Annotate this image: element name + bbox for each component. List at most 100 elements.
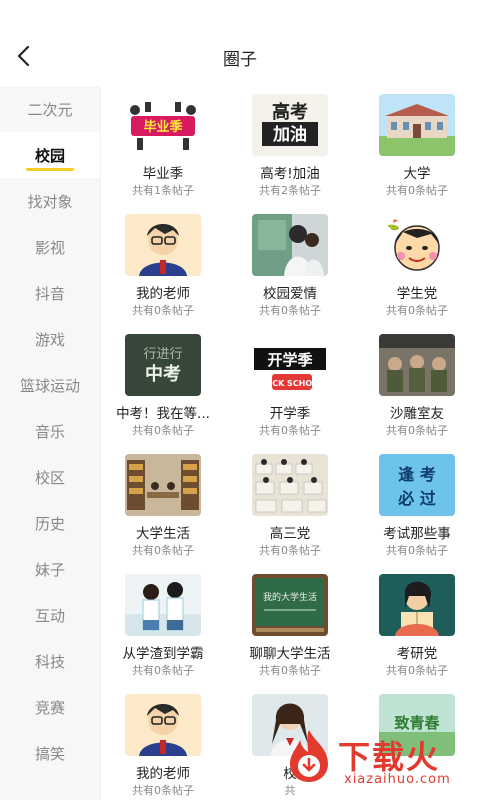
flame-logo-icon xyxy=(290,730,328,782)
circle-post-count: 共有0条帖子 xyxy=(386,184,448,197)
circle-thumbnail xyxy=(125,694,201,756)
circle-post-count: 共有0条帖子 xyxy=(132,424,194,437)
sidebar-item[interactable]: 音乐 xyxy=(0,408,100,454)
circle-name: 大学 xyxy=(403,166,431,182)
circle-name: 我的老师 xyxy=(136,766,190,782)
circle-name: 毕业季 xyxy=(142,166,184,182)
circle-post-count: 共有0条帖子 xyxy=(259,304,321,317)
circle-card[interactable]: 考研党共有0条帖子 xyxy=(354,568,480,688)
sidebar-item[interactable]: 找对象 xyxy=(0,178,100,224)
svg-text:行进行: 行进行 xyxy=(143,347,182,362)
circle-post-count: 共有1条帖子 xyxy=(132,184,194,197)
watermark: 下载火 xiazaihuo.com xyxy=(282,722,480,800)
sidebar-item[interactable]: 校区 xyxy=(0,454,100,500)
svg-text:高考: 高考 xyxy=(272,101,308,123)
sidebar-item[interactable]: 妹子 xyxy=(0,546,100,592)
sidebar-item-label: 校园 xyxy=(34,146,65,165)
sidebar-item[interactable]: 抖音 xyxy=(0,270,100,316)
svg-text:中考: 中考 xyxy=(145,363,181,385)
circle-post-count: 共有0条帖子 xyxy=(259,424,321,437)
svg-text:⛳: ⛳ xyxy=(387,218,399,231)
circle-name: 高考!加油 xyxy=(260,166,320,182)
circle-card[interactable]: 毕业季 毕业季共有1条帖子 xyxy=(100,88,226,208)
circle-name: 考研党 xyxy=(396,646,438,662)
circle-post-count: 共有0条帖子 xyxy=(259,544,321,557)
sidebar-item-label: 竞赛 xyxy=(34,698,65,717)
circle-card[interactable]: 从学渣到学霸 共有0条帖子 xyxy=(100,568,226,688)
circle-card[interactable]: 开学季 BACK SCHOOL 开学季共有0条帖子 xyxy=(227,328,353,448)
circle-card[interactable]: 行进行 中考中考！我在等... 共有0条帖子 xyxy=(100,328,226,448)
circle-thumbnail: 行进行 中考 xyxy=(125,334,201,396)
sidebar-item-label: 游戏 xyxy=(34,330,65,349)
svg-text:开学季: 开学季 xyxy=(267,351,312,369)
circle-post-count: 共有0条帖子 xyxy=(259,664,321,677)
circle-card[interactable]: 高考 加油高考!加油共有2条帖子 xyxy=(227,88,353,208)
sidebar-item[interactable]: 篮球运动 xyxy=(0,362,100,408)
circle-post-count: 共有0条帖子 xyxy=(132,784,194,797)
circle-name: 中考！我在等... xyxy=(116,406,210,422)
circle-post-count: 共有0条帖子 xyxy=(132,304,194,317)
circle-thumbnail: 逢 考 必 过 xyxy=(379,454,455,516)
circle-card[interactable]: 我的大学生活 聊聊大学生活 共有0条帖子 xyxy=(227,568,353,688)
circle-thumbnail: 毕业季 xyxy=(125,94,201,156)
svg-text:必 过: 必 过 xyxy=(397,489,436,508)
sidebar-item[interactable]: 游戏 xyxy=(0,316,100,362)
sidebar-item-label: 找对象 xyxy=(27,192,73,211)
sidebar-item-label: 互动 xyxy=(34,606,65,625)
circle-post-count: 共有0条帖子 xyxy=(386,304,448,317)
circle-thumbnail xyxy=(379,334,455,396)
circle-thumbnail: ⛳ xyxy=(379,214,455,276)
sidebar-item[interactable]: 校园 xyxy=(0,132,100,178)
circle-thumbnail: 开学季 BACK SCHOOL xyxy=(252,334,328,396)
circle-card[interactable]: 高三党共有0条帖子 xyxy=(227,448,353,568)
circle-card[interactable]: 大学生活 共有0条帖子 xyxy=(100,448,226,568)
svg-text:毕业季: 毕业季 xyxy=(143,119,182,135)
sidebar-item-label: 科技 xyxy=(34,652,65,671)
circle-thumbnail xyxy=(379,94,455,156)
circle-post-count: 共有2条帖子 xyxy=(259,184,321,197)
circle-name: 聊聊大学生活 xyxy=(249,646,331,662)
circle-name: 大学生活 xyxy=(136,526,190,542)
sidebar-item-label: 历史 xyxy=(34,514,65,533)
sidebar-item[interactable]: 历史 xyxy=(0,500,100,546)
circle-name: 学生党 xyxy=(396,286,438,302)
svg-text:加油: 加油 xyxy=(272,124,307,145)
circle-name: 考试那些事 xyxy=(383,526,451,542)
sidebar-item-label: 抖音 xyxy=(34,284,65,303)
circle-post-count: 共有0条帖子 xyxy=(132,664,194,677)
circle-thumbnail: 高考 加油 xyxy=(252,94,328,156)
sidebar-item-label: 影视 xyxy=(34,238,65,257)
circle-name: 从学渣到学霸 xyxy=(122,646,204,662)
sidebar-item[interactable]: 影视 xyxy=(0,224,100,270)
circle-thumbnail xyxy=(125,574,201,636)
circle-card[interactable]: 我的老师共有0条帖子 xyxy=(100,688,226,800)
sidebar-item-label: 音乐 xyxy=(34,422,65,441)
circle-card[interactable]: 大学共有0条帖子 xyxy=(354,88,480,208)
page-title: 圈子 xyxy=(223,50,257,70)
sidebar-item[interactable]: 搞笑 xyxy=(0,730,100,776)
circle-name: 我的老师 xyxy=(136,286,190,302)
circle-name: 沙雕室友 xyxy=(390,406,444,422)
circle-card[interactable]: 校园爱情共有0条帖子 xyxy=(227,208,353,328)
circle-name: 高三党 xyxy=(269,526,311,542)
circle-card[interactable]: 沙雕室友 共有0条帖子 xyxy=(354,328,480,448)
circle-thumbnail xyxy=(125,454,201,516)
sidebar-item[interactable]: 二次元 xyxy=(0,86,100,132)
svg-text:我的大学生活: 我的大学生活 xyxy=(263,591,317,603)
circle-thumbnail: 我的大学生活 xyxy=(252,574,328,636)
circle-name: 校园爱情 xyxy=(263,286,317,302)
sidebar-item-label: 搞笑 xyxy=(34,744,65,763)
circle-card[interactable]: 我的老师共有0条帖子 xyxy=(100,208,226,328)
sidebar-item[interactable]: 竞赛 xyxy=(0,684,100,730)
circle-card[interactable]: 逢 考 必 过考试那些事 共有0条帖子 xyxy=(354,448,480,568)
top-bar: 圈子 xyxy=(0,0,480,88)
sidebar-item[interactable]: 科技 xyxy=(0,638,100,684)
svg-text:BACK SCHOOL: BACK SCHOOL xyxy=(260,379,324,388)
sidebar-item[interactable]: 互动 xyxy=(0,592,100,638)
svg-text:逢 考: 逢 考 xyxy=(398,465,436,484)
circle-post-count: 共有0条帖子 xyxy=(386,664,448,677)
sidebar-item-label: 校区 xyxy=(34,468,65,487)
circle-card[interactable]: ⛳ 学生党共有0条帖子 xyxy=(354,208,480,328)
category-sidebar: 二次元校园找对象影视抖音游戏篮球运动音乐校区历史妹子互动科技竞赛搞笑 xyxy=(0,86,100,800)
sidebar-item-label: 妹子 xyxy=(34,560,65,579)
